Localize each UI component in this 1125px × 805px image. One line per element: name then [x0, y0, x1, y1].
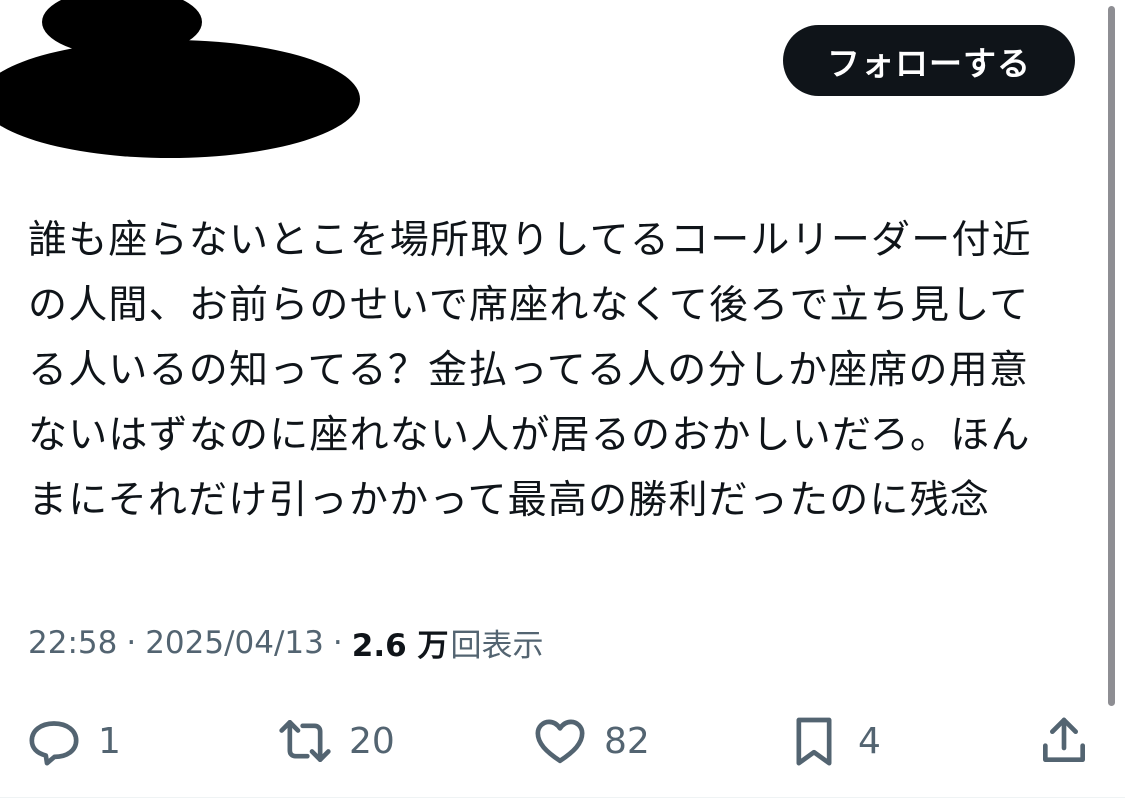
reply-count: 1 [98, 720, 121, 762]
heart-icon [535, 719, 585, 764]
like-count: 82 [604, 720, 650, 762]
tweet-text-line: まにそれだけ引っかかって最高の勝利だったのに残念 [28, 478, 991, 523]
retweet-icon [279, 720, 331, 762]
scrollbar[interactable] [1108, 6, 1115, 706]
tweet-meta: 22:58 · 2025/04/13 · 2.6 万 回表示 [28, 620, 543, 665]
action-bar: 1 20 82 4 [0, 705, 1125, 777]
reply-button[interactable]: 1 [26, 705, 121, 777]
tweet-time[interactable]: 22:58 [28, 625, 117, 661]
views-count: 2.6 万 [351, 628, 449, 664]
tweet-text-line: る人いるの知ってる？金払ってる人の分しか座席の用意 [28, 348, 1030, 393]
share-icon [1043, 717, 1085, 762]
like-button[interactable]: 82 [532, 705, 650, 777]
retweet-count: 20 [349, 720, 395, 762]
views-label: 回表示 [450, 628, 544, 664]
divider [0, 797, 1125, 798]
meta-separator: · [126, 624, 137, 661]
follow-button[interactable]: フォローする [783, 25, 1075, 96]
bookmark-button[interactable]: 4 [786, 705, 881, 777]
share-button[interactable] [1036, 705, 1092, 777]
bookmark-count: 4 [858, 720, 881, 762]
tweet-text-line: の人間、お前らのせいで席座れなくて後ろで立ち見して [28, 283, 1030, 328]
redacted-profile-area [0, 40, 360, 158]
reply-icon [29, 721, 79, 766]
retweet-button[interactable]: 20 [277, 705, 395, 777]
tweet-text: 誰も座らないとこを場所取りしてるコールリーダー付近 の人間、お前らのせいで席座れ… [28, 208, 1088, 533]
tweet-text-line: ないはずなのに座れない人が居るのおかしいだろ。ほん [28, 413, 1031, 458]
bookmark-icon [796, 717, 832, 766]
meta-separator: · [332, 624, 343, 661]
tweet-date[interactable]: 2025/04/13 [145, 625, 324, 661]
tweet-text-line: 誰も座らないとこを場所取りしてるコールリーダー付近 [28, 218, 1032, 263]
